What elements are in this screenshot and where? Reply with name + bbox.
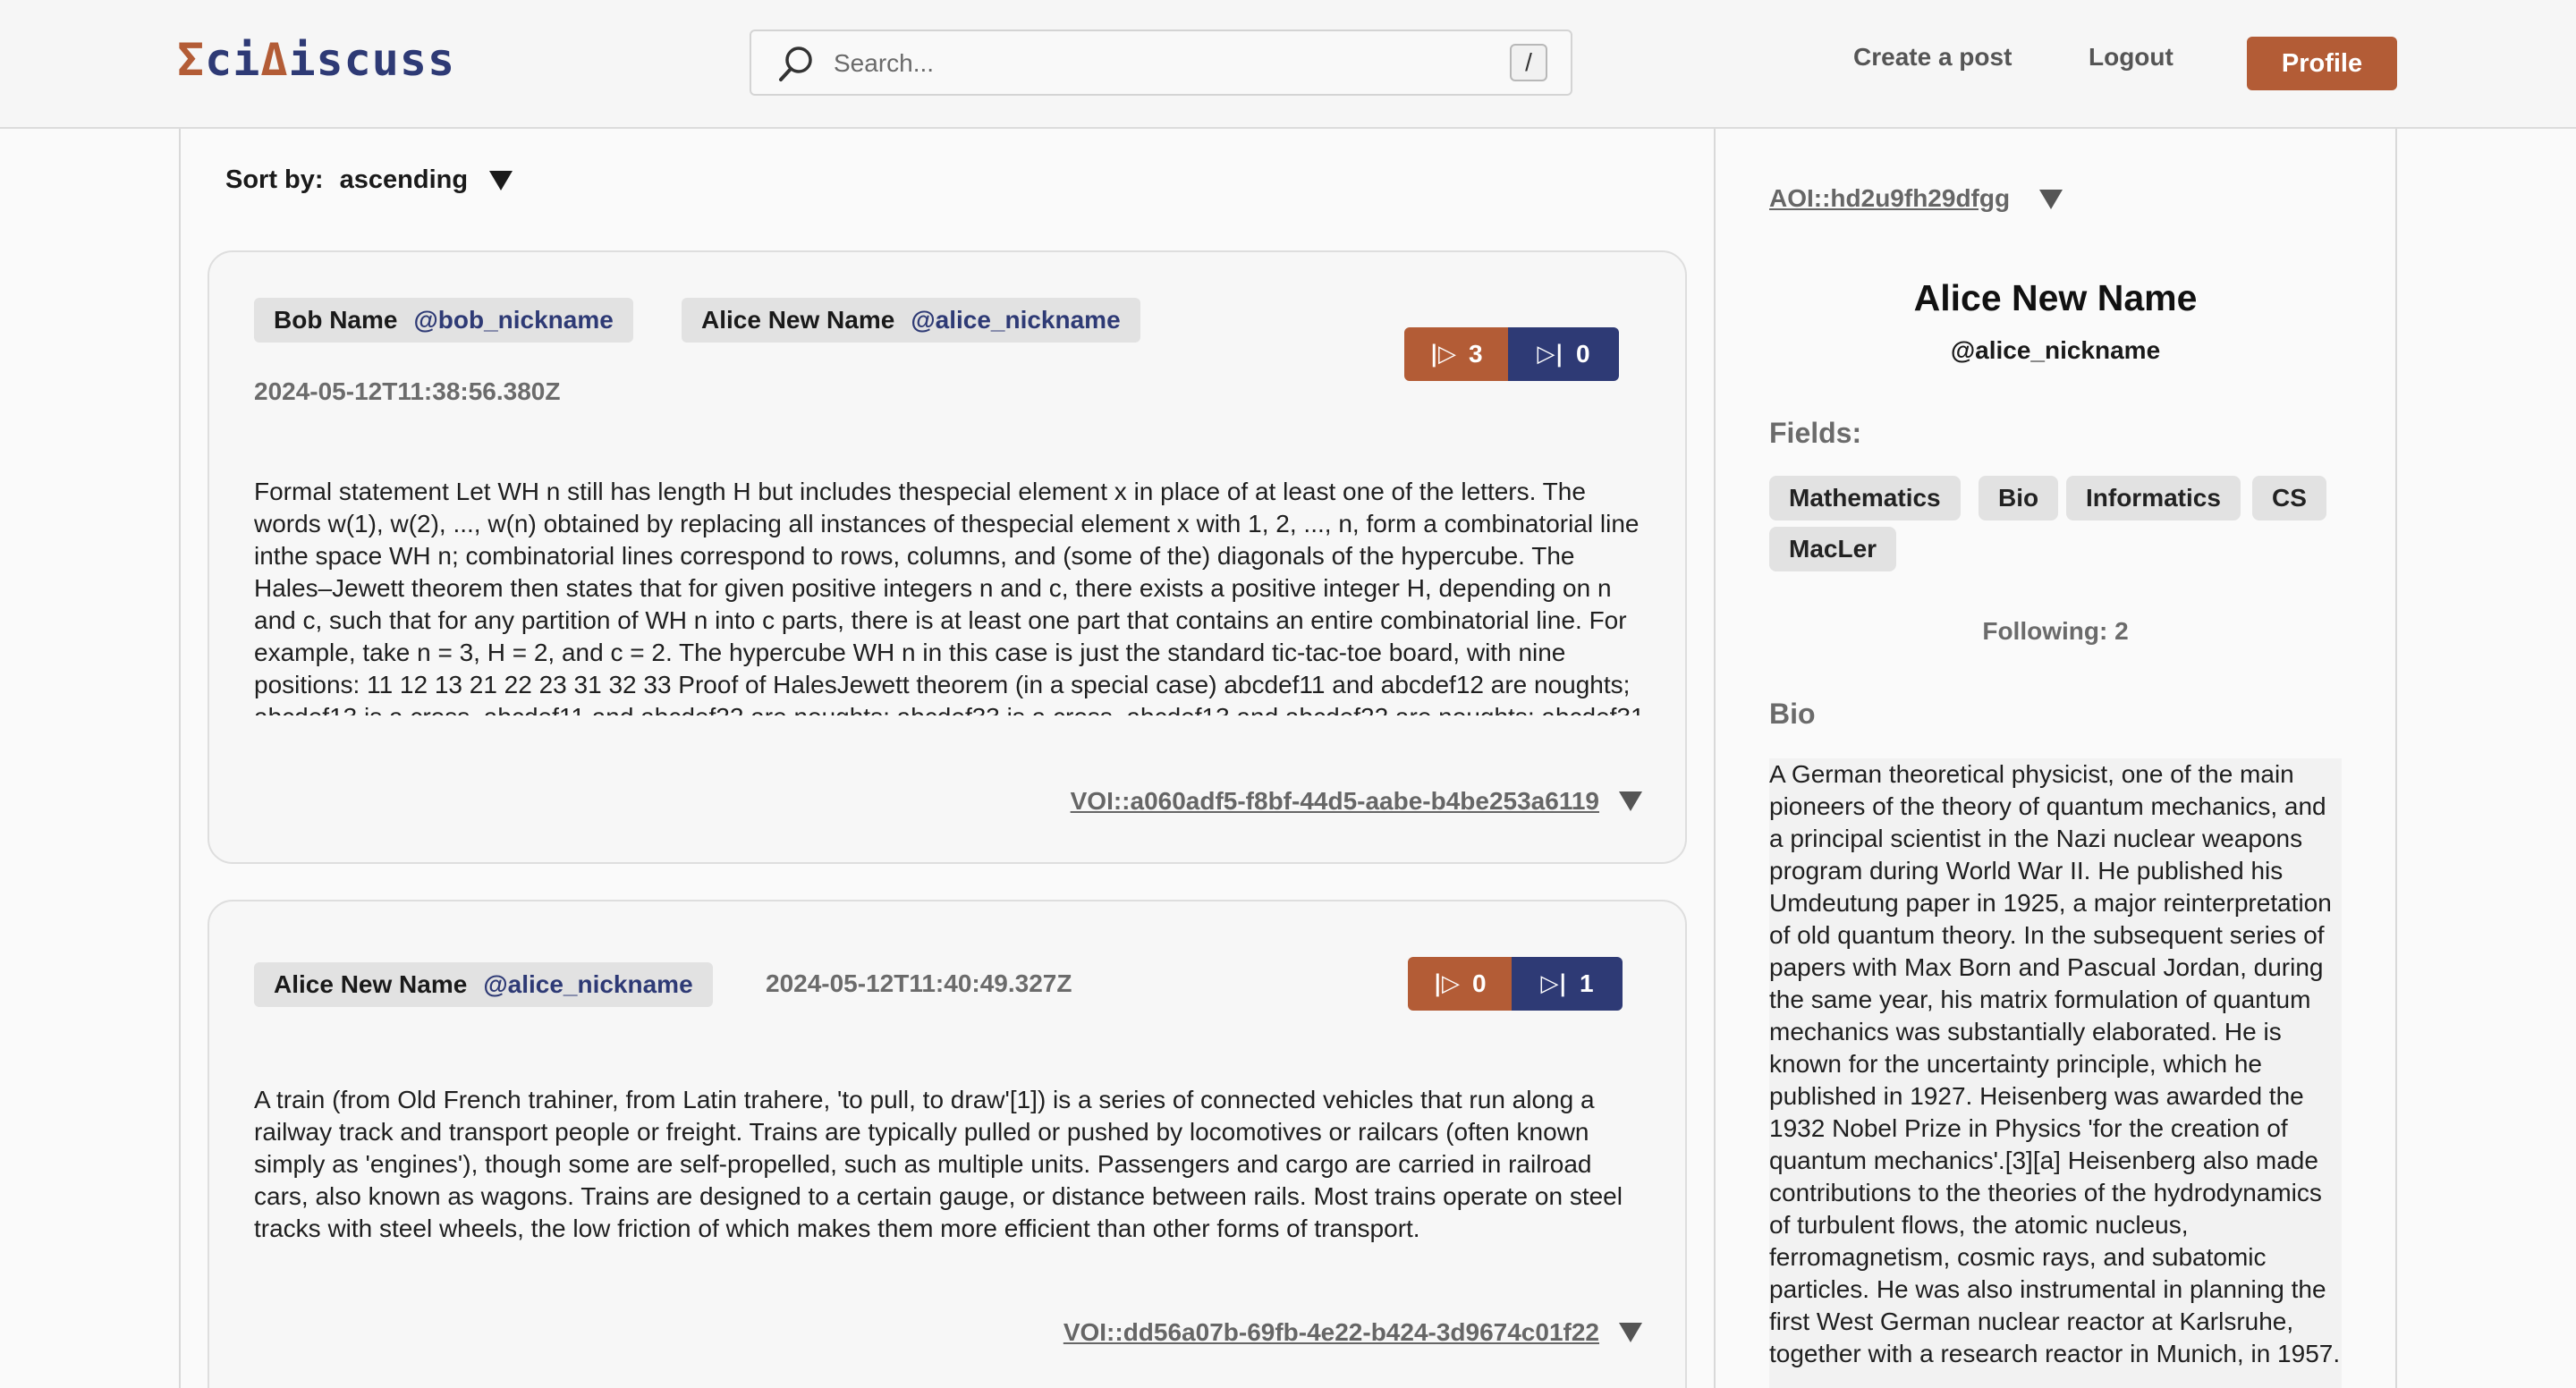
create-post-link[interactable]: Create a post [1853,43,2012,72]
author-name: Bob Name [274,306,398,334]
search-bar: / [750,30,1572,96]
site-logo[interactable]: ΣciΔiscuss [177,34,455,86]
vote-group: |▷ 3 ▷| 0 [1404,327,1619,381]
post-card: Alice New Name @alice_nickname 2024-05-12… [208,900,1687,1388]
vote-group: |▷ 0 ▷| 1 [1408,957,1623,1011]
search-input[interactable] [834,42,1478,85]
author-handle[interactable]: @alice_nickname [911,306,1120,334]
field-tag[interactable]: CS [2252,476,2326,520]
caret-down-icon[interactable] [2039,190,2063,209]
profile-handle: @alice_nickname [1950,336,2161,364]
logo-ci: ci [205,34,261,86]
sort-value[interactable]: ascending [340,165,468,194]
author-handle[interactable]: @alice_nickname [483,970,692,998]
upvote-button[interactable]: |▷ 0 [1408,957,1512,1011]
upvote-icon: |▷ [1429,341,1456,368]
caret-down-icon[interactable] [1619,791,1642,811]
logout-link[interactable]: Logout [2089,43,2174,72]
post-timestamp: 2024-05-12T11:38:56.380Z [254,377,561,405]
sort-label: Sort by: [225,165,324,194]
feed-right-border [1714,129,1716,1388]
voi-link[interactable]: VOI::a060adf5-f8bf-44d5-aabe-b4be253a611… [1071,787,1642,816]
voi-id[interactable]: VOI::dd56a07b-69fb-4e22-b424-3d9674c01f2… [1063,1318,1599,1346]
field-tag[interactable]: Informatics [2066,476,2241,520]
top-navbar: ΣciΔiscuss / Create a post Logout Profil… [0,0,2576,129]
field-tag[interactable]: Bio [1979,476,2059,520]
upvote-count: 3 [1468,340,1483,368]
author-chip[interactable]: Bob Name @bob_nickname [254,298,633,343]
upvote-button[interactable]: |▷ 3 [1404,327,1508,381]
downvote-count: 0 [1575,340,1590,368]
bio-text: A German theoretical physicist, one of t… [1769,758,2342,1388]
following-count[interactable]: Following: 2 [1769,617,2342,646]
voi-link[interactable]: VOI::dd56a07b-69fb-4e22-b424-3d9674c01f2… [1063,1318,1642,1347]
downvote-button[interactable]: ▷| 0 [1508,327,1619,381]
profile-name: Alice New Name [1913,277,2198,318]
field-tag[interactable]: Mathematics [1769,476,1961,520]
post-body: A train (from Old French trahiner, from … [254,1086,1623,1242]
logo-rest: iscuss [288,34,456,86]
search-shortcut-key: / [1510,44,1547,81]
logo-sigma: Σ [177,34,206,86]
author-name: Alice New Name [274,970,468,998]
sidebar-right-border [2395,129,2397,1388]
voi-id[interactable]: VOI::a060adf5-f8bf-44d5-aabe-b4be253a611… [1071,787,1599,815]
downvote-button[interactable]: ▷| 1 [1512,957,1623,1011]
author-handle[interactable]: @bob_nickname [413,306,613,334]
post-body: Formal statement Let WH n still has leng… [254,478,1645,715]
aoi-link[interactable]: AOI::hd2u9fh29dfgg [1769,184,2010,213]
upvote-count: 0 [1471,969,1487,997]
downvote-icon: ▷| [1540,970,1567,997]
bio-title: Bio [1769,698,1816,730]
post-card: Bob Name @bob_nickname Alice New Name @ali… [208,250,1687,864]
field-tag[interactable]: MacLer [1769,527,1897,571]
logo-delta: Δ [260,34,289,86]
caret-down-icon[interactable] [1619,1323,1642,1342]
post-timestamp: 2024-05-12T11:40:49.327Z [766,969,1072,997]
downvote-count: 1 [1579,969,1594,997]
search-icon[interactable] [776,44,816,83]
caret-down-icon[interactable] [489,171,513,190]
feed-left-border [179,129,181,1388]
author-name: Alice New Name [701,306,895,334]
upvote-icon: |▷ [1433,970,1460,997]
sort-control[interactable]: Sort by: ascending [225,165,513,195]
fields-title: Fields: [1769,417,1862,449]
downvote-icon: ▷| [1537,341,1563,368]
author-chip[interactable]: Alice New Name @alice_nickname [682,298,1140,343]
profile-button[interactable]: Profile [2247,37,2397,90]
author-chip[interactable]: Alice New Name @alice_nickname [254,962,713,1007]
